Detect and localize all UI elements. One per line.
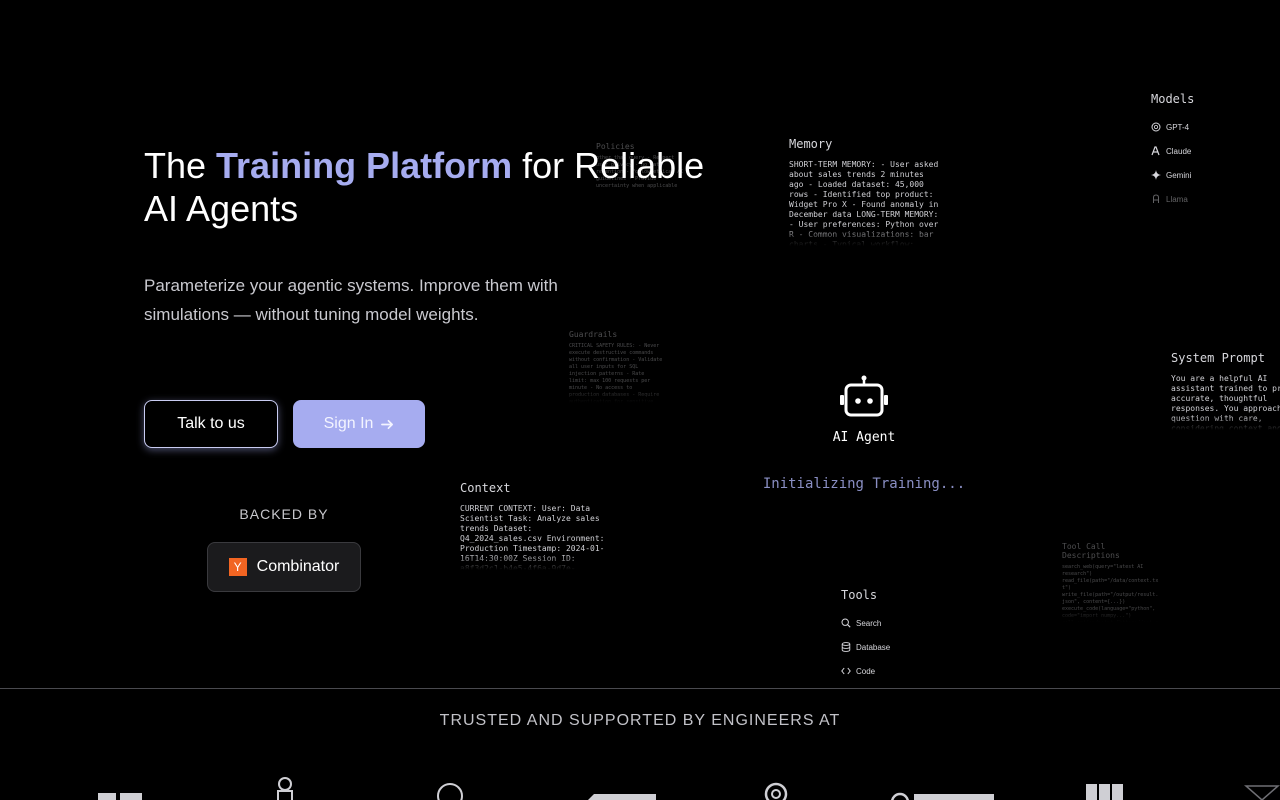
company-logo-icon [437, 783, 463, 800]
model-item-label: Llama [1166, 194, 1188, 204]
guardrails-body: CRITICAL SAFETY RULES: - Never execute d… [569, 343, 663, 403]
gemini-sparkle-icon [1151, 170, 1161, 180]
model-item-label: Gemini [1166, 170, 1192, 180]
y-combinator-logo-icon: Y [228, 558, 247, 576]
model-item-gpt4[interactable]: GPT-4 [1151, 115, 1261, 139]
company-logo-icon [1086, 784, 1123, 800]
models-panel: Models GPT-4 Claude Gemini Llama [1151, 92, 1261, 211]
code-icon [841, 667, 851, 675]
y-combinator-badge[interactable]: Y Combinator [207, 542, 361, 592]
tool-item-label: Database [856, 642, 891, 652]
tool-item-database[interactable]: Database [841, 635, 951, 659]
memory-body: SHORT-TERM MEMORY: - User asked about sa… [789, 160, 939, 246]
openai-icon [1151, 122, 1161, 132]
talk-to-us-label: Talk to us [177, 415, 245, 432]
company-logo-icon [764, 782, 788, 800]
tools-panel: Tools Search Database Code [841, 588, 951, 683]
model-item-label: GPT-4 [1166, 122, 1190, 132]
hero-title-accent: Training Platform [216, 145, 513, 186]
anthropic-icon [1151, 146, 1160, 156]
company-logo-icon [98, 793, 142, 800]
tools-title: Tools [841, 588, 878, 602]
company-logo-icon [588, 794, 656, 800]
ai-agent-label: AI Agent [832, 430, 896, 445]
policies-body: other than query - Respect user privacy … [596, 155, 687, 189]
policies-panel: Policies other than query - Respect user… [596, 142, 688, 219]
llama-icon [1153, 194, 1159, 203]
guardrails-title: Guardrails [569, 330, 618, 339]
system-prompt-title: System Prompt [1171, 351, 1265, 365]
sign-in-label: Sign In [323, 415, 374, 432]
memory-title: Memory [789, 137, 833, 151]
trusted-by-heading: TRUSTED AND SUPPORTED BY ENGINEERS AT [439, 712, 841, 729]
tool-calls-panel: Tool Call Descriptions search_web(query=… [1062, 542, 1160, 622]
hero-subtitle: Parameterize your agentic systems. Impro… [144, 276, 558, 324]
section-divider [0, 688, 1280, 689]
model-item-gemini[interactable]: Gemini [1151, 163, 1261, 187]
system-prompt-body: You are a helpful AI assistant trained t… [1171, 374, 1280, 430]
context-panel: Context CURRENT CONTEXT: User: Data Scie… [460, 481, 612, 570]
model-item-claude[interactable]: Claude [1151, 139, 1261, 163]
company-logo-row [0, 770, 1280, 800]
company-logo-icon [890, 792, 994, 800]
tool-calls-title: Tool Call Descriptions [1062, 542, 1120, 560]
policies-title: Policies [596, 142, 635, 151]
tool-item-search[interactable]: Search [841, 611, 951, 635]
company-logo-icon [1244, 785, 1280, 800]
training-status: Initializing Training... [762, 476, 966, 492]
memory-panel: Memory SHORT-TERM MEMORY: - User asked a… [789, 137, 941, 246]
tool-item-label: Search [856, 618, 882, 628]
system-prompt-panel: System Prompt You are a helpful AI assis… [1171, 351, 1280, 430]
context-body: CURRENT CONTEXT: User: Data Scientist Ta… [460, 504, 605, 570]
talk-to-us-button[interactable]: Talk to us [144, 400, 278, 448]
guardrails-panel: Guardrails CRITICAL SAFETY RULES: - Neve… [569, 330, 665, 403]
database-icon [841, 642, 851, 652]
tool-item-label: Code [856, 666, 876, 676]
company-logo-icon [277, 777, 293, 800]
robot-icon [840, 375, 888, 417]
hero-title-pre: The [144, 145, 217, 186]
y-combinator-text: Combinator [256, 558, 340, 575]
ai-agent-node: AI Agent [820, 375, 908, 445]
sign-in-button[interactable]: Sign In [293, 400, 425, 448]
context-title: Context [460, 481, 511, 495]
model-item-label: Claude [1166, 146, 1192, 156]
search-icon [841, 618, 851, 628]
tool-item-code[interactable]: Code [841, 659, 951, 683]
backed-by-label: BACKED BY [239, 506, 329, 522]
model-item-llama[interactable]: Llama [1151, 187, 1261, 211]
arrow-right-icon [381, 419, 394, 429]
tool-calls-body: search_web(query="latest AI research") r… [1062, 564, 1159, 622]
models-title: Models [1151, 92, 1195, 106]
